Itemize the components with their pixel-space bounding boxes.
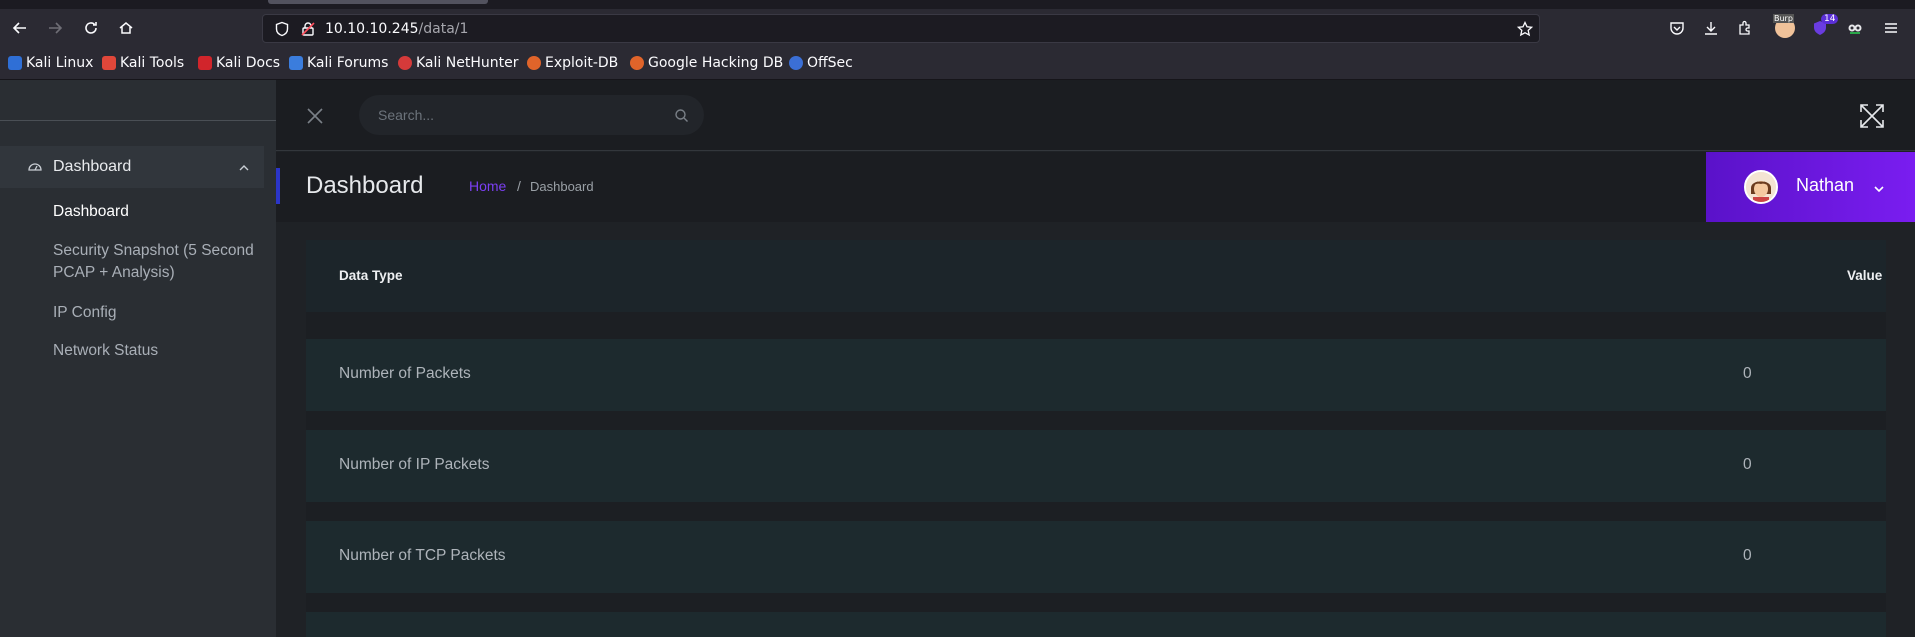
chevron-down-icon (1872, 181, 1886, 200)
address-bar[interactable]: 10.10.10.245/data/1 (262, 14, 1540, 43)
kali-nethunter-icon (398, 56, 412, 70)
sidebar-item-dashboard[interactable]: Dashboard (53, 201, 253, 223)
offsec-icon (789, 56, 803, 70)
burp-extension-icon[interactable]: Burp (1770, 13, 1800, 43)
sidebar-group-label: Dashboard (53, 158, 132, 175)
avatar (1744, 170, 1778, 204)
home-icon[interactable] (111, 13, 141, 43)
bookmark-offsec[interactable]: OffSec (789, 55, 853, 71)
burp-extension-label: Burp (1773, 14, 1794, 23)
ublock-shield-icon[interactable]: 14 (1805, 13, 1839, 43)
app-topbar (276, 80, 1915, 151)
bookmark-label: Exploit-DB (545, 55, 619, 71)
search-input[interactable] (359, 95, 659, 135)
search-box (359, 95, 704, 135)
table-header-row: Data Type Value (306, 240, 1886, 312)
pocket-icon[interactable] (1662, 13, 1692, 43)
table-row: Number of IP Packets 0 (306, 430, 1886, 502)
column-header-data-type: Data Type (339, 268, 403, 283)
bookmark-label: Kali Docs (216, 55, 281, 71)
insecure-lock-icon[interactable] (299, 20, 317, 38)
row-data-type: Number of Packets (339, 365, 471, 382)
reload-icon[interactable] (76, 13, 106, 43)
bookmark-label: Kali Forums (307, 55, 389, 71)
user-menu[interactable]: Nathan (1706, 152, 1915, 222)
sidebar-item-security-snapshot[interactable]: Security Snapshot (5 Second PCAP + Analy… (53, 240, 258, 284)
shield-icon[interactable] (273, 20, 291, 38)
dashboard-gauge-icon (27, 159, 43, 179)
bookmarks-bar: Kali Linux Kali Tools Kali Docs Kali For… (0, 47, 1915, 80)
column-header-value: Value (1847, 268, 1883, 283)
downloads-icon[interactable] (1696, 13, 1726, 43)
bookmark-label: Kali Tools (120, 55, 185, 71)
breadcrumb-current: Dashboard (530, 179, 594, 194)
table-row: Number of TCP Packets 0 (306, 521, 1886, 593)
breadcrumb-home[interactable]: Home (469, 178, 506, 194)
url-text: 10.10.10.245/data/1 (325, 21, 468, 37)
url-path: /data/1 (418, 21, 469, 37)
url-host: 10.10.10.245 (325, 21, 419, 37)
row-value: 0 (1743, 365, 1752, 382)
foxyproxy-icon[interactable] (1840, 13, 1870, 43)
bookmark-kali-linux[interactable]: Kali Linux (8, 55, 93, 71)
ghdb-icon (630, 56, 644, 70)
sidebar-item-ip-config[interactable]: IP Config (53, 302, 253, 324)
active-tab-indicator[interactable] (268, 0, 488, 4)
browser-tabstrip (0, 0, 1915, 9)
row-data-type: Number of IP Packets (339, 456, 490, 473)
chevron-up-icon[interactable] (237, 160, 251, 179)
kali-dragon-icon (8, 56, 22, 70)
row-value: 0 (1743, 456, 1752, 473)
user-name: Nathan (1796, 175, 1855, 195)
row-data-type: Number of TCP Packets (339, 547, 506, 564)
extension-badge: 14 (1821, 14, 1839, 24)
extensions-puzzle-icon[interactable] (1730, 13, 1760, 43)
back-icon[interactable] (5, 13, 35, 43)
browser-toolbar: 10.10.10.245/data/1 Burp 14 (0, 9, 1915, 47)
bookmark-label: Kali Linux (26, 55, 94, 71)
fullscreen-expand-icon[interactable] (1859, 103, 1885, 133)
sidebar-divider (0, 120, 276, 121)
sidebar: Dashboard Dashboard Security Snapshot (5… (0, 80, 276, 637)
bookmark-google-hacking-db[interactable]: Google Hacking DB (630, 55, 783, 71)
bookmark-label: Kali NetHunter (416, 55, 519, 71)
bookmark-kali-nethunter[interactable]: Kali NetHunter (398, 55, 518, 71)
forward-icon[interactable] (40, 13, 70, 43)
bookmark-label: OffSec (807, 55, 853, 71)
table-row: Number of Packets 0 (306, 339, 1886, 411)
sidebar-item-network-status[interactable]: Network Status (53, 340, 253, 362)
bookmark-kali-forums[interactable]: Kali Forums (289, 55, 388, 71)
page-header: Dashboard Home / Dashboard Nathan (276, 152, 1915, 222)
bookmark-kali-tools[interactable]: Kali Tools (102, 55, 184, 71)
close-icon[interactable] (306, 107, 324, 129)
sidebar-group-dashboard[interactable]: Dashboard (0, 146, 264, 188)
main-content: Data Type Value Number of Packets 0 Numb… (276, 222, 1915, 637)
breadcrumb-separator: / (517, 178, 521, 194)
kali-docs-icon (198, 56, 212, 70)
exploit-db-icon (527, 56, 541, 70)
kali-tools-icon (102, 56, 116, 70)
page-title: Dashboard (306, 172, 424, 199)
search-icon[interactable] (674, 108, 689, 127)
bookmark-star-icon[interactable] (1516, 20, 1534, 38)
bookmark-label: Google Hacking DB (648, 55, 784, 71)
bookmark-kali-docs[interactable]: Kali Docs (198, 55, 280, 71)
table-row-partial (306, 612, 1886, 637)
header-accent-bar (276, 168, 280, 204)
kali-forums-icon (289, 56, 303, 70)
row-value: 0 (1743, 547, 1752, 564)
bookmark-exploit-db[interactable]: Exploit-DB (527, 55, 618, 71)
menu-hamburger-icon[interactable] (1876, 13, 1906, 43)
